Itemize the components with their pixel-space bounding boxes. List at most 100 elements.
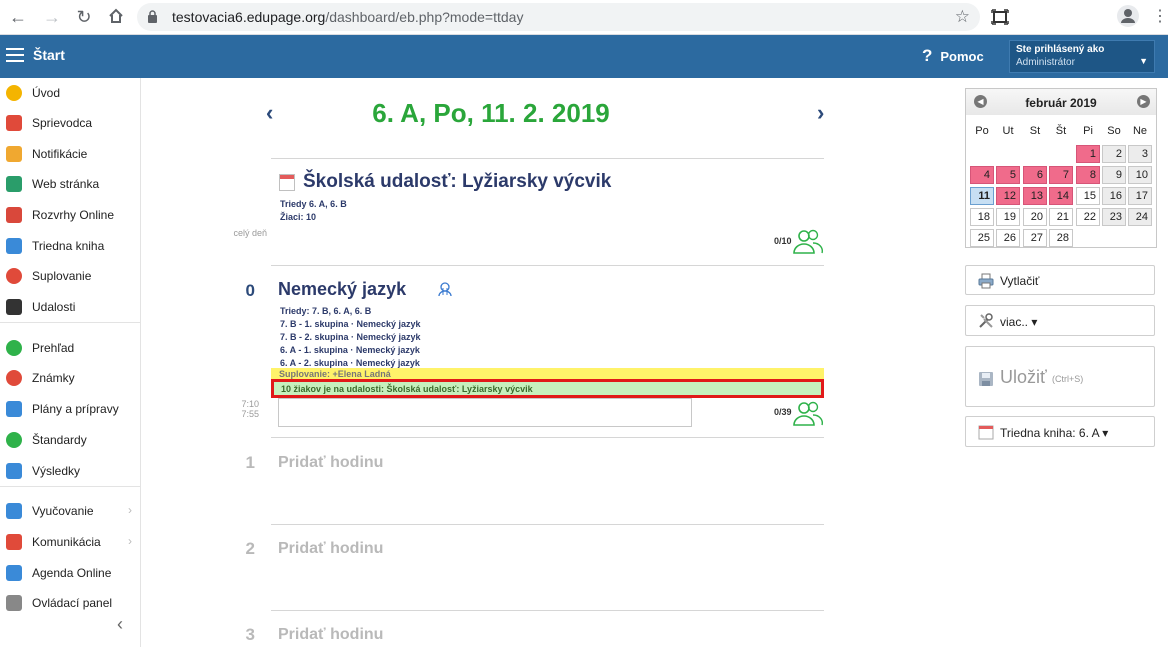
calendar-day[interactable]: 18: [970, 208, 994, 226]
calendar-day[interactable]: 16: [1102, 187, 1126, 205]
calendar-day[interactable]: 1: [1076, 145, 1100, 163]
lesson-title[interactable]: Nemecký jazyk: [278, 279, 406, 300]
lesson-attendance-count: 0/39: [774, 407, 792, 417]
calendar-day[interactable]: 24: [1128, 208, 1152, 226]
lesson-notes-input[interactable]: [278, 398, 692, 427]
sidebar-item-prehľad[interactable]: Prehľad: [0, 333, 140, 363]
reload-icon[interactable]: ↻: [74, 7, 94, 27]
lesson-classes: Triedy: 7. B, 6. A, 6. B: [280, 306, 372, 316]
calendar-day[interactable]: 26: [996, 229, 1020, 247]
calendar-day[interactable]: 20: [1023, 208, 1047, 226]
next-month-button[interactable]: ▶: [1137, 95, 1150, 108]
sidebar-item-label: Sprievodca: [32, 116, 93, 130]
briefcase-icon: [6, 401, 22, 417]
calendar-day[interactable]: 15: [1076, 187, 1100, 205]
calendar-day[interactable]: 25: [970, 229, 994, 247]
sidebar-item-label: Úvod: [32, 86, 61, 100]
print-button[interactable]: Vytlačiť: [965, 265, 1155, 295]
sidebar-item-sprievodca[interactable]: Sprievodca: [0, 108, 140, 138]
back-arrow-icon[interactable]: ←: [8, 7, 28, 27]
magic-wand-icon: [6, 115, 22, 131]
calendar-day[interactable]: 10: [1128, 166, 1152, 184]
group-row: 7. B - 1. skupina · Nemecký jazyk: [280, 319, 421, 329]
sidebar-item-štandardy[interactable]: Štandardy: [0, 425, 140, 455]
sidebar-item-label: Triedna kniha: [32, 239, 105, 253]
attendance-people-icon[interactable]: [793, 400, 823, 426]
sidebar-item-udalosti[interactable]: Udalosti: [0, 292, 140, 322]
calendar-day[interactable]: 5: [996, 166, 1020, 184]
sidebar-item-label: Výsledky: [32, 464, 81, 478]
profile-avatar-icon[interactable]: [1117, 5, 1139, 27]
teacher-icon[interactable]: [437, 281, 453, 297]
sidebar-item-suplovanie[interactable]: Suplovanie: [0, 261, 140, 291]
sidebar-item-komunikácia[interactable]: Komunikácia ›: [0, 527, 140, 557]
screenshot-extension-icon[interactable]: [990, 7, 1010, 27]
classbook-dropdown[interactable]: Triedna kniha: 6. A ▾: [965, 416, 1155, 447]
calendar-day[interactable]: 22: [1076, 208, 1100, 226]
calendar-day[interactable]: 4: [970, 166, 994, 184]
menu-hamburger-icon[interactable]: [6, 48, 24, 62]
prev-day-button[interactable]: ‹: [266, 100, 273, 126]
forward-arrow-icon[interactable]: →: [42, 7, 62, 27]
user-dropdown[interactable]: Ste prihlásený ako Administrátor ▼: [1009, 40, 1155, 73]
calendar-day[interactable]: 11: [970, 187, 994, 205]
url-text: testovacia6.edupage.org/dashboard/eb.php…: [172, 9, 524, 25]
calendar-weekday: Po: [975, 125, 989, 137]
sidebar-item-známky[interactable]: Známky: [0, 363, 140, 393]
collapse-sidebar-icon[interactable]: ‹: [117, 614, 123, 635]
event-title[interactable]: Školská udalosť: Lyžiarsky výcvik: [303, 171, 611, 193]
sidebar-item-agenda-online[interactable]: Agenda Online: [0, 558, 140, 588]
next-day-button[interactable]: ›: [817, 100, 824, 126]
calendar-day[interactable]: 28: [1049, 229, 1073, 247]
start-link[interactable]: Štart: [33, 47, 65, 63]
calendar-day[interactable]: 2: [1102, 145, 1126, 163]
question-mark-icon: ?: [922, 46, 933, 65]
calendar-day[interactable]: 3: [1128, 145, 1152, 163]
more-button[interactable]: viac.. ▾: [965, 305, 1155, 336]
attendance-people-icon[interactable]: [793, 228, 823, 254]
add-lesson-button[interactable]: Pridať hodinu: [278, 626, 383, 644]
save-button[interactable]: Uložiť (Ctrl+S): [965, 346, 1155, 407]
calendar-month: február 2019: [1025, 96, 1097, 110]
sidebar-item-plány-a-prípravy[interactable]: Plány a prípravy: [0, 394, 140, 424]
sidebar-item-rozvrhy-online[interactable]: Rozvrhy Online: [0, 200, 140, 230]
group-row: 6. A - 1. skupina · Nemecký jazyk: [280, 345, 420, 355]
calendar-day[interactable]: 7: [1049, 166, 1073, 184]
calendar-day[interactable]: 13: [1023, 187, 1047, 205]
sidebar-item-vyučovanie[interactable]: Vyučovanie ›: [0, 496, 140, 526]
calendar-day[interactable]: 6: [1023, 166, 1047, 184]
sidebar-item-label: Známky: [32, 371, 75, 385]
calendar-day[interactable]: 8: [1076, 166, 1100, 184]
calendar-day[interactable]: 14: [1049, 187, 1073, 205]
pen-icon: [6, 565, 22, 581]
bookmark-star-icon[interactable]: ☆: [955, 7, 970, 27]
sidebar-item-web-stránka[interactable]: Web stránka: [0, 169, 140, 199]
calendar-icon: [978, 425, 994, 440]
home-icon[interactable]: [106, 7, 126, 27]
sidebar-item-label: Štandardy: [32, 433, 87, 447]
divider: [271, 158, 824, 159]
printer-icon: [978, 273, 994, 289]
sidebar-item-výsledky[interactable]: Výsledky: [0, 456, 140, 486]
address-bar[interactable]: testovacia6.edupage.org/dashboard/eb.php…: [137, 3, 980, 31]
calendar-day[interactable]: 23: [1102, 208, 1126, 226]
sidebar: Úvod Sprievodca Notifikácie Web stránka Rozv…: [0, 78, 141, 647]
grades-icon: [6, 370, 22, 386]
caret-down-icon: ▼: [1139, 56, 1148, 66]
calendar-day[interactable]: 17: [1128, 187, 1152, 205]
group-row: 6. A - 2. skupina · Nemecký jazyk: [280, 358, 420, 368]
gear-icon: [6, 595, 22, 611]
browser-menu-icon[interactable]: ⋮: [1152, 7, 1168, 27]
sidebar-item-notifikácie[interactable]: Notifikácie: [0, 139, 140, 169]
calendar-day[interactable]: 12: [996, 187, 1020, 205]
calendar-day[interactable]: 21: [1049, 208, 1073, 226]
calendar-day[interactable]: 27: [1023, 229, 1047, 247]
help-button[interactable]: ? Pomoc: [922, 46, 984, 66]
sidebar-item-úvod[interactable]: Úvod: [0, 78, 140, 108]
sidebar-item-triedna-kniha[interactable]: Triedna kniha: [0, 231, 140, 261]
event-notice-bar[interactable]: 10 žiakov je na udalosti: Školská udalos…: [271, 379, 824, 398]
calendar-day[interactable]: 9: [1102, 166, 1126, 184]
calendar-day[interactable]: 19: [996, 208, 1020, 226]
add-lesson-button[interactable]: Pridať hodinu: [278, 540, 383, 558]
add-lesson-button[interactable]: Pridať hodinu: [278, 454, 383, 472]
